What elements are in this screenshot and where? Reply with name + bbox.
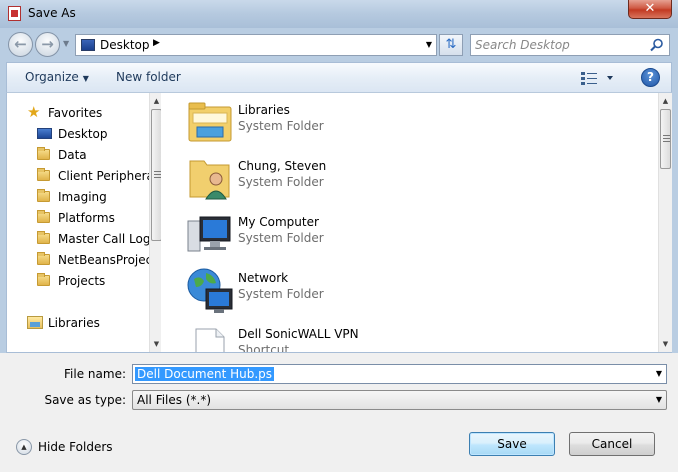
file-type: System Folder <box>238 287 324 301</box>
savetype-select[interactable]: All Files (*.*) ▼ <box>132 390 667 410</box>
sidebar-item-label: Data <box>58 148 87 162</box>
desktop-icon <box>81 39 95 51</box>
navigation-bar: ← → ▼ Desktop ▶ ▼ ⇅ <box>0 28 678 62</box>
scroll-down-icon[interactable]: ▼ <box>659 340 672 348</box>
list-item[interactable]: Dell SonicWALL VPN Shortcut <box>184 321 484 352</box>
chevron-up-icon: ▲ <box>16 439 32 455</box>
scroll-thumb[interactable] <box>151 109 161 241</box>
save-form: File name: Dell Document Hub.ps ▼ Save a… <box>0 353 678 472</box>
favorites-label: Favorites <box>48 106 103 120</box>
help-button[interactable]: ? <box>641 68 660 87</box>
view-options-icon[interactable] <box>581 69 621 87</box>
title-bar: Save As ✕ <box>0 0 678 28</box>
save-button[interactable]: Save <box>469 432 555 456</box>
file-type: System Folder <box>238 119 324 133</box>
sidebar-item-label: Master Call Logs <box>58 232 157 246</box>
sidebar-item-label: Client Peripherals <box>58 169 161 183</box>
file-type: System Folder <box>238 231 324 245</box>
organize-label: Organize <box>25 70 79 84</box>
close-button[interactable]: ✕ <box>628 0 672 19</box>
file-type: Shortcut <box>238 343 290 352</box>
cancel-button[interactable]: Cancel <box>569 432 655 456</box>
sidebar-item-label: Desktop <box>58 127 108 141</box>
folder-icon <box>37 189 50 202</box>
grip-line <box>154 177 161 178</box>
desktop-icon <box>37 128 52 139</box>
sidebar-item-label: Libraries <box>48 316 100 330</box>
recent-locations-dropdown[interactable]: ▼ <box>63 39 69 48</box>
new-folder-button[interactable]: New folder <box>116 70 181 84</box>
list-item[interactable]: Libraries System Folder <box>184 97 484 149</box>
scroll-up-icon[interactable]: ▲ <box>659 97 672 105</box>
file-name: Network <box>238 271 289 285</box>
file-name: Chung, Steven <box>238 159 327 173</box>
chevron-down-icon[interactable]: ▼ <box>426 40 432 49</box>
folder-icon <box>37 210 50 223</box>
folder-icon <box>37 168 50 181</box>
chevron-right-icon[interactable]: ▶ <box>153 38 160 48</box>
navigation-scrollbar[interactable]: ▲ ▼ <box>149 93 161 352</box>
address-bar[interactable]: Desktop ▶ ▼ <box>75 34 437 56</box>
navigation-pane: ★ Favorites Desktop Data Client Peripher… <box>7 93 161 352</box>
arrow-left-icon: ← <box>14 35 27 53</box>
search-input[interactable] <box>475 37 645 53</box>
user-folder-icon <box>189 160 230 200</box>
savetype-label: Save as type: <box>44 393 126 407</box>
file-list-scrollbar[interactable]: ▲ ▼ <box>658 93 672 352</box>
help-icon: ? <box>647 70 654 84</box>
sidebar-item-label: NetBeansProjects <box>58 253 161 267</box>
close-icon: ✕ <box>644 1 656 16</box>
computer-icon <box>187 216 231 252</box>
grip-line <box>154 174 161 175</box>
list-item[interactable]: Network System Folder <box>184 265 484 317</box>
filename-field[interactable]: Dell Document Hub.ps ▼ <box>132 364 667 384</box>
grip-line <box>663 135 670 136</box>
folder-icon <box>37 231 50 244</box>
grip-line <box>154 171 161 172</box>
grip-line <box>663 138 670 139</box>
folder-icon <box>37 273 50 286</box>
sidebar-item-label: Projects <box>58 274 106 288</box>
file-type: System Folder <box>238 175 324 189</box>
folder-icon <box>37 147 50 160</box>
filename-label: File name: <box>64 367 126 381</box>
chevron-down-icon[interactable]: ▼ <box>656 395 662 404</box>
browser-panes: ★ Favorites Desktop Data Client Peripher… <box>6 93 672 353</box>
file-name: Dell SonicWALL VPN <box>238 327 359 341</box>
star-icon: ★ <box>27 103 41 121</box>
search-icon[interactable] <box>649 37 665 53</box>
file-name: Libraries <box>238 103 290 117</box>
libraries-icon <box>188 102 232 142</box>
sidebar-item-label: Platforms <box>58 211 115 225</box>
list-item[interactable]: Chung, Steven System Folder <box>184 153 484 205</box>
command-toolbar: Organize ▼ New folder ? <box>6 62 672 93</box>
libraries-icon <box>27 316 43 329</box>
list-item[interactable]: My Computer System Folder <box>184 209 484 261</box>
search-box[interactable] <box>470 34 670 56</box>
refresh-button[interactable]: ⇅ <box>439 34 463 56</box>
shortcut-file-icon <box>195 328 225 352</box>
network-icon <box>187 268 233 313</box>
document-icon <box>8 6 21 21</box>
grip-line <box>663 141 670 142</box>
chevron-down-icon[interactable]: ▼ <box>656 369 662 378</box>
arrow-right-icon: → <box>41 35 54 53</box>
filename-value[interactable]: Dell Document Hub.ps <box>135 367 275 381</box>
organize-button[interactable]: Organize ▼ <box>25 70 89 84</box>
back-button[interactable]: ← <box>8 32 33 57</box>
file-list: Libraries System Folder Chung, Steven Sy… <box>164 93 658 352</box>
scroll-down-icon[interactable]: ▼ <box>150 340 161 348</box>
file-name: My Computer <box>238 215 319 229</box>
window-title: Save As <box>28 6 76 20</box>
chevron-down-icon: ▼ <box>82 74 89 83</box>
forward-button[interactable]: → <box>35 32 60 57</box>
hide-folders-label: Hide Folders <box>38 440 113 454</box>
folder-icon <box>37 252 50 265</box>
sidebar-item-label: Imaging <box>58 190 107 204</box>
scroll-thumb[interactable] <box>660 109 671 169</box>
savetype-value: All Files (*.*) <box>137 393 212 407</box>
refresh-icon: ⇅ <box>445 37 457 52</box>
scroll-up-icon[interactable]: ▲ <box>150 97 161 105</box>
address-location[interactable]: Desktop <box>100 38 150 52</box>
